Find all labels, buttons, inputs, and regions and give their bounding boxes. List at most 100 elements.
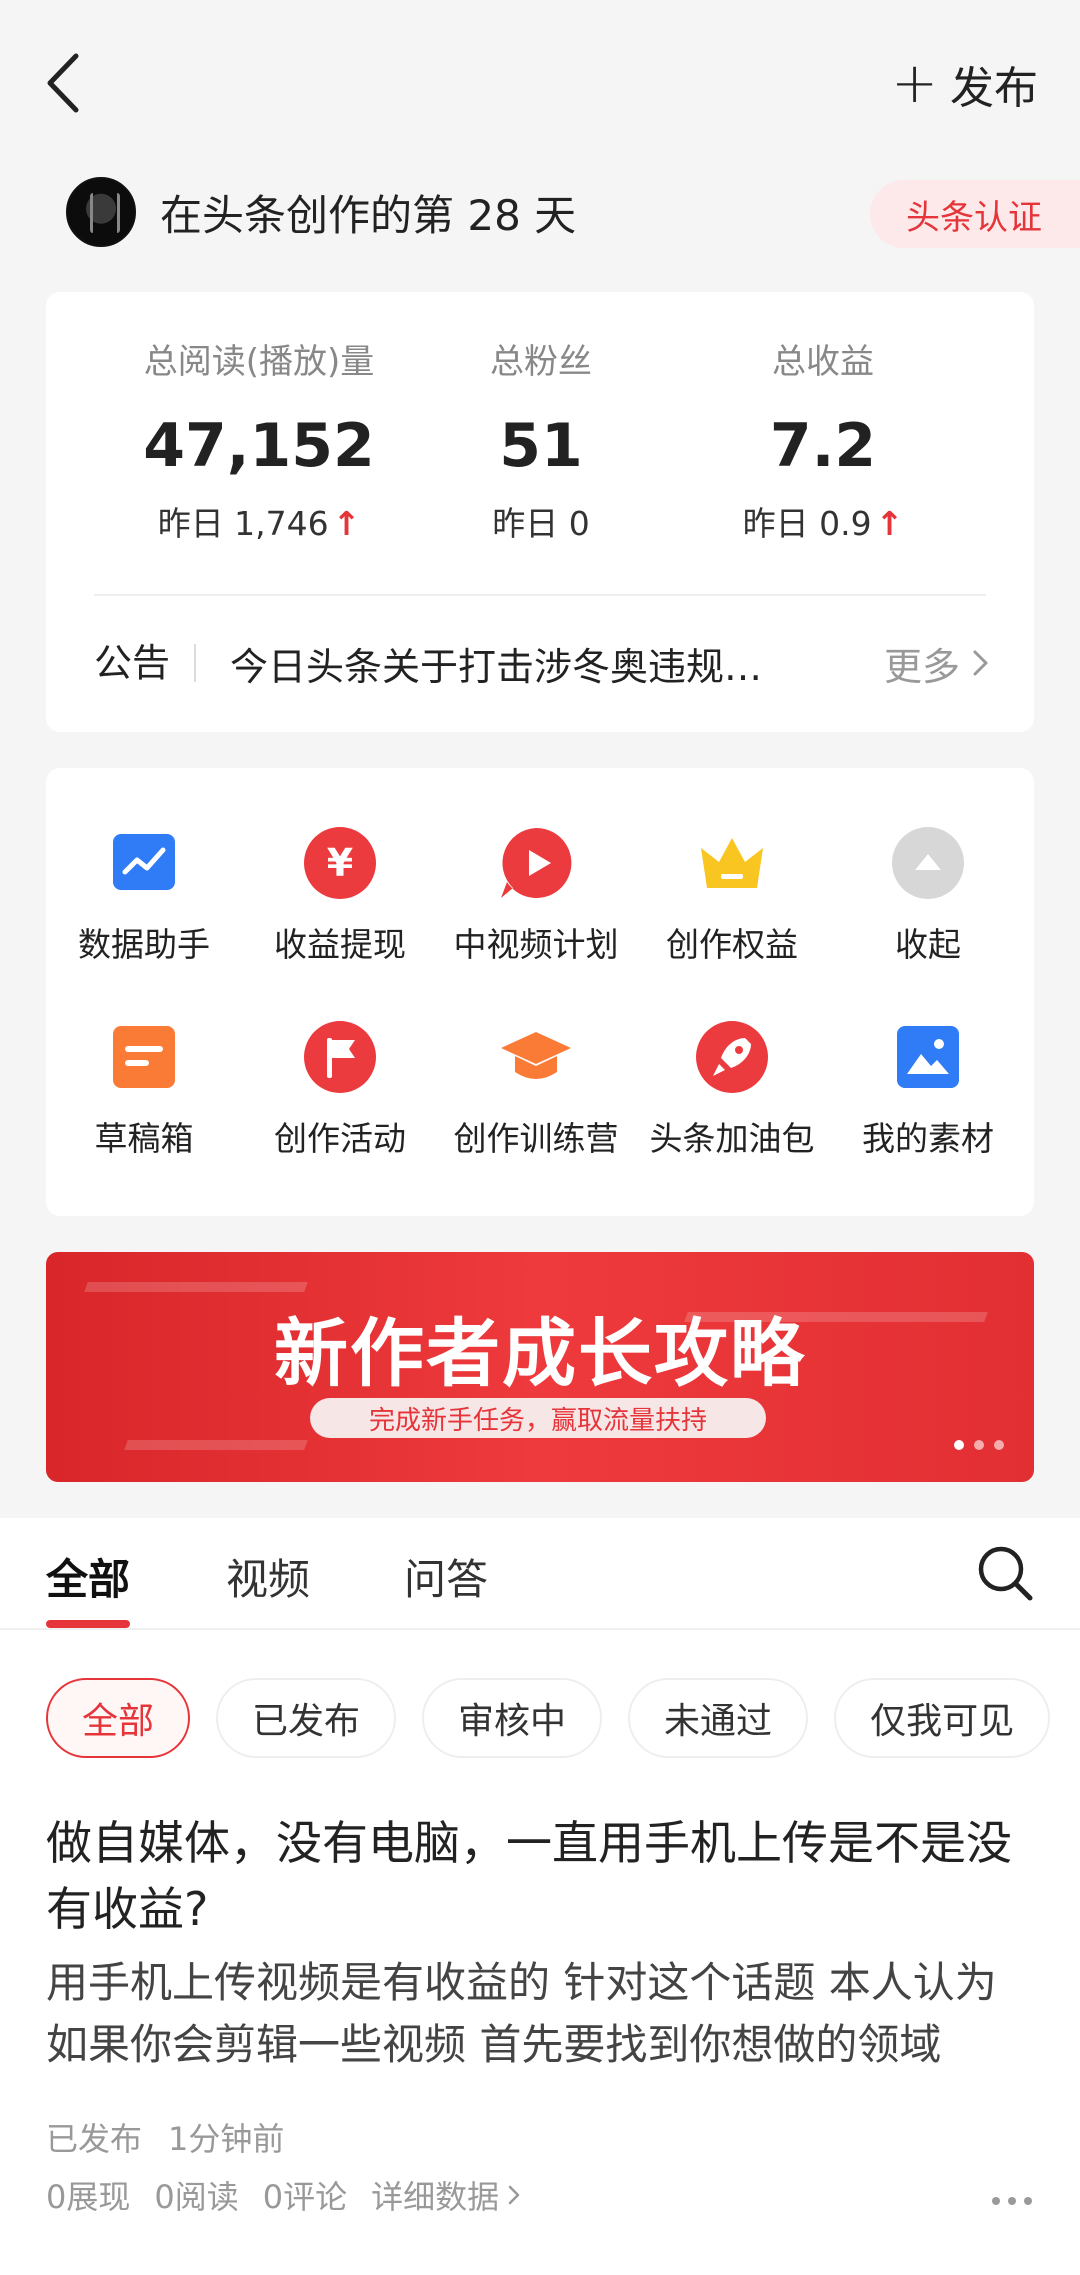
stat-total-fans[interactable]: 总粉丝 51 昨日 0 [376,334,706,545]
article-reads: 0阅读 [154,2178,239,2216]
stat-label: 总粉丝 [490,342,592,382]
article-time: 1分钟前 [168,2120,285,2158]
chevron-left-icon [47,53,79,113]
tool-boost-pack[interactable]: 头条加油包 [634,1020,830,1160]
stat-value: 7.2 [769,411,877,481]
stat-yesterday: 昨日 0 [492,504,590,543]
banner-subtitle: 完成新手任务，赢取流量扶持 [310,1398,766,1438]
collapse-icon [891,826,965,900]
article-title[interactable]: 做自媒体，没有电脑，一直用手机上传是不是没有收益? [46,1810,1036,1942]
article-meta: 已发布 1分钟前 [46,2114,284,2160]
promo-banner[interactable]: 新作者成长攻略 完成新手任务，赢取流量扶持 [46,1252,1034,1482]
article-stats: 0展现 0阅读 0评论 详细数据 [46,2172,521,2218]
stat-value: 47,152 [143,411,375,481]
pagination-dot[interactable] [954,1440,964,1450]
tab-qa[interactable]: 问答 [404,1546,488,1607]
tools-card: 数据助手 ¥ 收益提现 中视频计划 创作权益 收起 草稿箱 创作活动 创作训练营… [46,768,1034,1216]
creation-days-text: 在头条创作的第 28 天 [160,190,577,240]
content-tabs: 全部 视频 问答 [0,1518,1080,1630]
detail-data-link[interactable]: 详细数据 [371,2172,521,2218]
draft-icon [107,1020,181,1094]
svg-text:¥: ¥ [327,841,353,885]
notice-text[interactable]: 今日头条关于打击涉冬奥违规行为的公告 [230,636,790,691]
article-excerpt[interactable]: 用手机上传视频是有收益的 针对这个话题 本人认为如果你会剪辑一些视频 首先要找到… [46,1952,1036,2076]
tool-drafts[interactable]: 草稿箱 [46,1020,242,1160]
article-status: 已发布 [46,2120,143,2158]
notice-more-label: 更多 [883,644,960,689]
stat-label: 总阅读(播放)量 [143,342,375,382]
stat-yesterday: 昨日 1,746 [157,504,329,543]
tool-label: 头条加油包 [649,1119,815,1158]
tool-collapse[interactable]: 收起 [830,826,1026,966]
chart-icon [107,826,181,900]
filter-private[interactable]: 仅我可见 [834,1678,1051,1758]
tool-creator-events[interactable]: 创作活动 [242,1020,438,1160]
chevron-right-icon [973,650,988,676]
more-options-button[interactable] [990,2178,1034,2208]
notice-label: 公告 [94,644,197,682]
stat-yesterday: 昨日 0.9 [742,504,872,543]
tool-label: 创作活动 [274,1119,406,1158]
chevron-right-icon [508,2185,520,2205]
publish-label: 发布 [950,63,1038,114]
crown-icon [695,826,769,900]
tool-label: 收益提现 [274,925,406,964]
article-impressions: 0展现 [46,2178,131,2216]
tool-creator-rights[interactable]: 创作权益 [634,826,830,966]
pagination-dot[interactable] [974,1440,984,1450]
yuan-icon: ¥ [303,826,377,900]
filter-reviewing[interactable]: 审核中 [422,1678,603,1758]
certification-button[interactable]: 头条认证 [870,180,1080,248]
tool-data-assistant[interactable]: 数据助手 [46,826,242,966]
flag-icon [303,1020,377,1094]
article-comments: 0评论 [262,2178,348,2216]
banner-decoration [84,1282,308,1292]
tab-video[interactable]: 视频 [226,1546,310,1607]
stat-label: 总收益 [772,342,874,382]
top-bar: + 发布 [0,0,1080,160]
notice-row[interactable]: 公告 今日头条关于打击涉冬奥违规行为的公告 更多 [94,628,990,698]
notice-more-link[interactable]: 更多 [884,636,990,691]
tool-label: 数据助手 [78,925,210,964]
more-dots-icon [992,2197,1032,2205]
divider [94,594,986,596]
pagination-dot[interactable] [994,1440,1004,1450]
tool-label: 收起 [895,925,961,964]
image-icon [891,1020,965,1094]
tool-mid-video-plan[interactable]: 中视频计划 [438,826,634,966]
back-button[interactable] [40,48,96,118]
filter-all[interactable]: 全部 [46,1678,191,1758]
filter-published[interactable]: 已发布 [216,1678,397,1758]
banner-pagination [954,1440,1004,1450]
tool-label: 我的素材 [862,1119,994,1158]
tool-training-camp[interactable]: 创作训练营 [438,1020,634,1160]
tool-label: 创作训练营 [453,1119,619,1158]
avatar[interactable] [66,177,136,247]
detail-data-label: 详细数据 [371,2178,500,2216]
up-arrow-icon: ↑ [332,504,361,543]
tool-my-materials[interactable]: 我的素材 [830,1020,1026,1160]
search-icon [978,1546,1033,1601]
tool-label: 中视频计划 [453,925,619,964]
stat-total-income[interactable]: 总收益 7.2 昨日 0.9 ↑ [658,334,988,545]
graduation-cap-icon [499,1020,573,1094]
stat-total-reads[interactable]: 总阅读(播放)量 47,152 昨日 1,746 ↑ [94,334,424,545]
filter-rejected[interactable]: 未通过 [628,1678,809,1758]
banner-title: 新作者成长攻略 [274,1311,806,1397]
up-arrow-icon: ↑ [875,504,904,543]
plus-icon: + [891,51,938,116]
search-button[interactable] [974,1542,1036,1604]
stats-card: 总阅读(播放)量 47,152 昨日 1,746 ↑ 总粉丝 51 昨日 0 总收… [46,292,1034,732]
status-filters: 全部 已发布 审核中 未通过 仅我可见 [46,1678,1080,1758]
rocket-icon [695,1020,769,1094]
tool-income-withdraw[interactable]: ¥ 收益提现 [242,826,438,966]
tab-all[interactable]: 全部 [46,1546,130,1607]
active-tab-indicator [46,1620,130,1628]
play-icon [499,826,573,900]
tool-label: 草稿箱 [94,1119,194,1158]
tool-label: 创作权益 [666,925,798,964]
banner-decoration [124,1440,308,1450]
publish-button[interactable]: + 发布 [891,52,1038,116]
content-section: 全部 视频 问答 全部 已发布 审核中 未通过 仅我可见 做自媒体，没有电脑，一… [0,1518,1080,2275]
user-row: 在头条创作的第 28 天 [66,176,576,248]
